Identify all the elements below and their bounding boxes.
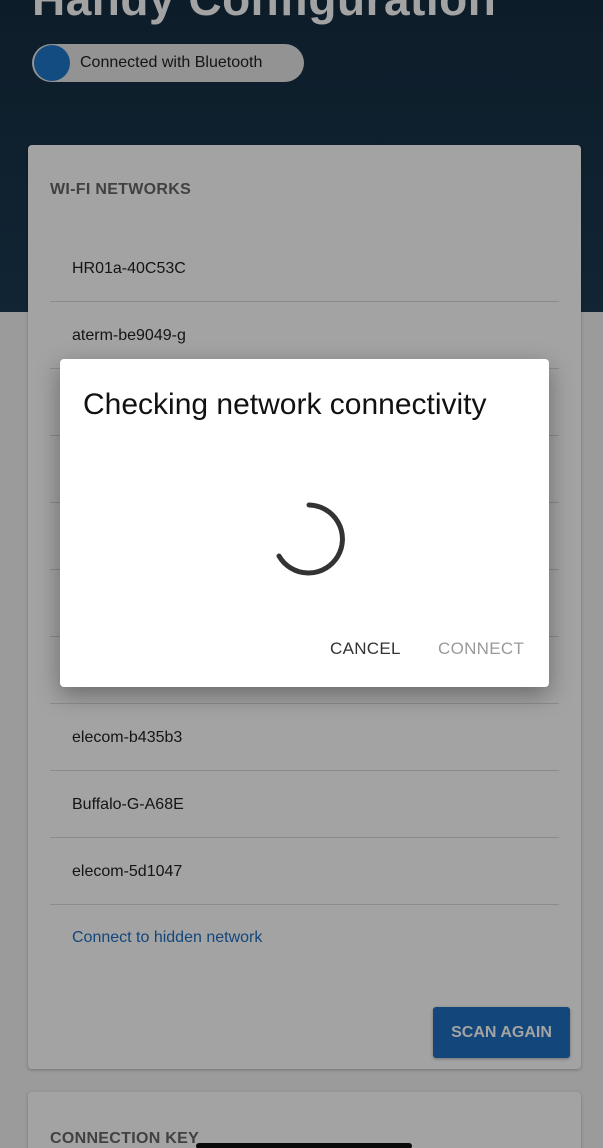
app-screen: Handy Configuration Connected with Bluet… — [0, 0, 603, 1148]
cancel-button[interactable]: CANCEL — [330, 631, 401, 667]
connect-button[interactable]: CONNECT — [438, 631, 524, 667]
dialog-title: Checking network connectivity — [83, 388, 487, 421]
connectivity-dialog: Checking network connectivity CANCEL CON… — [60, 359, 549, 687]
loading-spinner-icon — [276, 502, 345, 576]
